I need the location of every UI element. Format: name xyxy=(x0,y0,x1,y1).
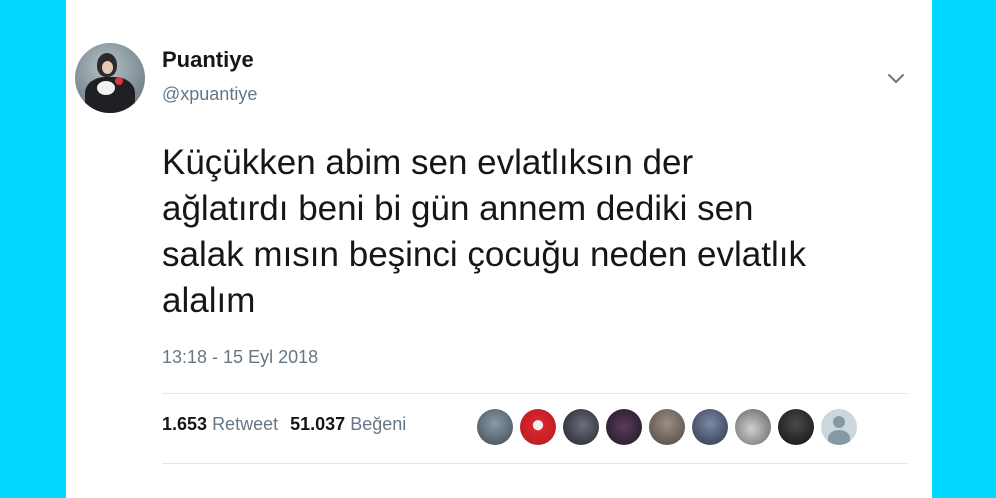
liker-avatar[interactable] xyxy=(520,409,556,445)
liker-avatar[interactable] xyxy=(649,409,685,445)
liker-avatar[interactable] xyxy=(606,409,642,445)
retweet-stat[interactable]: 1.653 Retweet xyxy=(162,414,278,434)
avatar-figure-hands xyxy=(97,81,115,95)
like-count: 51.037 xyxy=(290,414,346,434)
default-profile-head xyxy=(833,416,845,428)
like-label: Beğeni xyxy=(350,414,407,434)
chevron-down-icon[interactable] xyxy=(884,66,908,90)
liker-avatar[interactable] xyxy=(735,409,771,445)
default-profile-body xyxy=(828,430,850,445)
liker-avatar[interactable] xyxy=(477,409,513,445)
liker-avatar[interactable] xyxy=(778,409,814,445)
like-stat[interactable]: 51.037 Beğeni xyxy=(290,414,406,434)
liker-avatars xyxy=(477,409,857,445)
display-name[interactable]: Puantiye xyxy=(162,47,254,73)
divider xyxy=(162,393,908,394)
tweet-text-line: alalım xyxy=(162,281,256,320)
retweet-count: 1.653 xyxy=(162,414,208,434)
tweet-card: Puantiye @xpuantiye Küçükken abim sen ev… xyxy=(66,0,932,498)
tweet-stats: 1.653 Retweet 51.037 Beğeni xyxy=(162,414,406,435)
default-profile-icon[interactable] xyxy=(821,409,857,445)
profile-avatar[interactable] xyxy=(75,43,145,113)
divider xyxy=(162,463,908,464)
user-handle[interactable]: @xpuantiye xyxy=(162,84,257,105)
tweet-text-line: ağlatırdı beni bi gün annem dediki sen xyxy=(162,189,754,228)
liker-avatar[interactable] xyxy=(563,409,599,445)
tweet-timestamp[interactable]: 13:18 - 15 Eyl 2018 xyxy=(162,347,318,368)
tweet-text: Küçükken abim sen evlatlıksın der ağlatı… xyxy=(162,140,922,324)
avatar-figure-flower xyxy=(115,77,123,85)
retweet-label: Retweet xyxy=(212,414,279,434)
tweet-text-line: Küçükken abim sen evlatlıksın der xyxy=(162,143,694,182)
liker-avatar[interactable] xyxy=(692,409,728,445)
avatar-figure-face xyxy=(102,61,113,74)
tweet-text-line: salak mısın beşinci çocuğu neden evlatlı… xyxy=(162,235,806,274)
